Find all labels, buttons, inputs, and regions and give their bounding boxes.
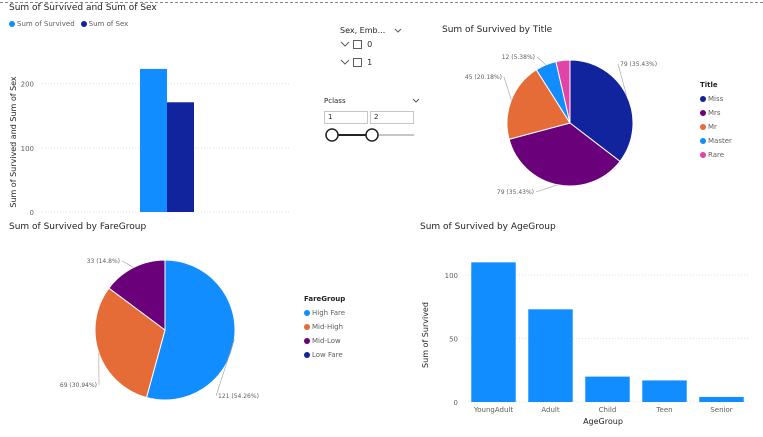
legend-label: Mid-High xyxy=(312,323,344,331)
data-label: 79 (35.43%) xyxy=(620,61,657,68)
fare-pie-chart: 121 (54.26%) 69 (30.94%) 33 (14.8%) xyxy=(60,258,259,401)
slicer-item-label: 0 xyxy=(367,40,373,49)
legend-dot xyxy=(80,21,87,27)
chevron-down-icon[interactable] xyxy=(340,41,350,48)
legend-item[interactable]: High Fare xyxy=(304,306,345,320)
chevron-down-icon[interactable] xyxy=(394,28,402,34)
pclass-min-input[interactable]: 1 xyxy=(324,111,368,124)
legend-label: Sum of Survived xyxy=(17,20,75,28)
data-label: 69 (30.94%) xyxy=(60,382,97,389)
leader-line xyxy=(503,76,512,101)
combo-chart-title: Sum of Survived and Sum of Sex xyxy=(9,3,157,13)
legend-item-sex[interactable]: Sum of Sex xyxy=(80,20,129,28)
y-tick-label: 200 xyxy=(21,81,34,89)
combo-y-axis-label: Sum of Survived and Sum of Sex xyxy=(9,76,18,208)
data-label: 79 (35.43%) xyxy=(497,189,534,196)
title-pie-chart: 79 (35.43%) 79 (35.43%) 45 (20.18%) 12 (5.3… xyxy=(465,54,657,196)
combo-chart-legend: Sum of Survived Sum of Sex xyxy=(9,20,128,28)
legend-dot xyxy=(700,152,706,158)
bar-child[interactable] xyxy=(585,376,630,402)
x-tick-label: Child xyxy=(599,406,617,414)
title-pie-title: Sum of Survived by Title xyxy=(442,25,553,35)
chevron-down-icon[interactable] xyxy=(412,98,420,104)
legend-dot xyxy=(304,338,310,344)
y-tick-label: 100 xyxy=(21,145,34,153)
data-label: 45 (20.18%) xyxy=(465,74,502,81)
legend-label: Rare xyxy=(708,151,725,159)
legend-dot xyxy=(700,96,706,102)
x-tick-label: Teen xyxy=(655,406,672,414)
x-tick-label: Senior xyxy=(710,406,732,414)
pclass-max-input[interactable]: 2 xyxy=(370,111,414,124)
legend-dot xyxy=(700,138,706,144)
legend-item[interactable]: Mid-High xyxy=(304,320,345,334)
data-label: 33 (14.8%) xyxy=(87,258,120,265)
legend-dot xyxy=(304,352,310,358)
legend-label: Miss xyxy=(708,95,724,103)
age-y-axis-label: Sum of Survived xyxy=(421,302,430,368)
legend-label: Master xyxy=(708,137,732,145)
checkbox[interactable] xyxy=(352,40,362,49)
leader-line xyxy=(121,260,134,268)
legend-item[interactable]: Mid-Low xyxy=(304,334,345,348)
bar-survived[interactable] xyxy=(140,68,167,213)
slicer-item-0[interactable]: 0 xyxy=(340,40,372,49)
legend-dot xyxy=(9,21,15,27)
slicer-sex-header: Sex, Emb... xyxy=(340,26,386,35)
legend-label: Low Fare xyxy=(312,351,343,359)
age-x-axis-label: AgeGroup xyxy=(583,417,623,426)
bar-senior[interactable] xyxy=(699,396,744,402)
legend-title: FareGroup xyxy=(304,295,346,303)
age-bar-chart: Sum of Survived AgeGroup 0 50 100 YoungAdul… xyxy=(421,262,750,426)
bar-adult[interactable] xyxy=(528,309,573,402)
legend-dot xyxy=(700,124,706,130)
chevron-down-icon[interactable] xyxy=(340,59,350,66)
slicer-item-1[interactable]: 1 xyxy=(340,58,372,67)
legend-item[interactable]: Mrs xyxy=(700,106,732,120)
bar-sex[interactable] xyxy=(167,102,194,212)
x-tick-label: YoungAdult xyxy=(473,406,513,414)
combo-chart: Sum of Survived and Sum of Sex 0 100 200 xyxy=(9,68,290,217)
legend-dot xyxy=(700,110,706,116)
age-bar-title: Sum of Survived by AgeGroup xyxy=(420,222,556,232)
legend-dot xyxy=(304,324,310,330)
legend-item[interactable]: Master xyxy=(700,134,732,148)
fare-pie-title: Sum of Survived by FareGroup xyxy=(9,222,147,232)
fare-pie-legend: FareGroup High Fare Mid-High Mid-Low Low Fa… xyxy=(304,292,345,362)
y-tick-label: 100 xyxy=(445,272,458,280)
leader-line xyxy=(535,184,558,193)
legend-item[interactable]: Rare xyxy=(700,148,732,162)
legend-item[interactable]: Low Fare xyxy=(304,348,345,362)
y-tick-label: 0 xyxy=(30,209,34,217)
legend-dot xyxy=(304,310,310,316)
leader-line xyxy=(536,56,546,66)
legend-item[interactable]: Mr xyxy=(700,120,732,134)
slicer-pclass-header: Pclass xyxy=(324,97,346,105)
legend-label: High Fare xyxy=(312,309,346,317)
slider-handle-max[interactable] xyxy=(365,128,379,142)
checkbox[interactable] xyxy=(352,58,362,67)
data-label: 121 (54.26%) xyxy=(218,393,259,400)
legend-item-survived[interactable]: Sum of Survived xyxy=(9,20,75,28)
legend-item[interactable]: Miss xyxy=(700,92,732,106)
legend-label: Mr xyxy=(708,123,717,131)
pclass-range-slider[interactable] xyxy=(322,127,417,143)
y-tick-label: 0 xyxy=(454,399,458,407)
legend-title: Title xyxy=(700,81,718,89)
bar-youngadult[interactable] xyxy=(471,262,516,402)
legend-label: Sum of Sex xyxy=(88,20,129,28)
slider-handle-min[interactable] xyxy=(325,128,339,142)
bar-teen[interactable] xyxy=(642,380,687,402)
data-label: 12 (5.38%) xyxy=(502,54,535,61)
slicer-item-label: 1 xyxy=(367,58,373,67)
title-pie-legend: Title Miss Mrs Mr Master Rare xyxy=(700,78,732,162)
legend-label: Mid-Low xyxy=(312,337,341,345)
y-tick-label: 50 xyxy=(449,336,458,344)
legend-label: Mrs xyxy=(708,109,721,117)
x-tick-label: Adult xyxy=(541,406,559,414)
